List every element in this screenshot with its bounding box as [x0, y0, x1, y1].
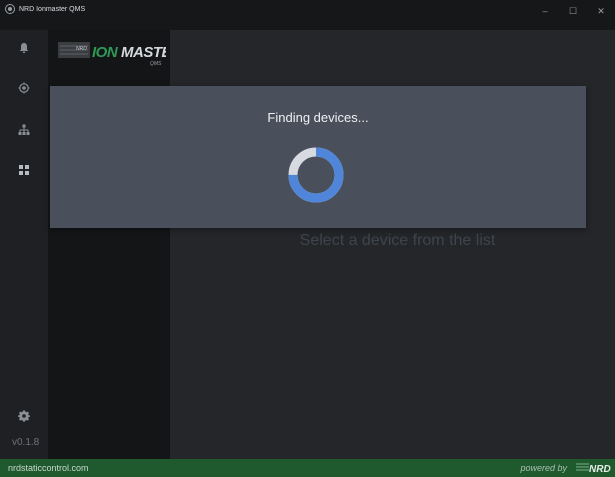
bell-icon[interactable] — [16, 40, 32, 56]
title-bar: NRD Ionmaster QMS – ☐ ✕ — [0, 0, 615, 30]
nrd-logo: NRD — [576, 463, 611, 475]
powered-by-label: powered by — [520, 463, 567, 473]
ionmaster-logo: NRD ION MASTER QMS — [58, 42, 166, 67]
loading-message: Finding devices... — [267, 110, 369, 125]
network-icon[interactable] — [16, 122, 32, 138]
svg-text:QMS: QMS — [150, 61, 162, 67]
icon-rail: v0.1.8 — [0, 30, 48, 459]
empty-state-message: Select a device from the list — [299, 232, 496, 249]
svg-text:MASTER: MASTER — [121, 44, 166, 61]
window-title: NRD Ionmaster QMS — [19, 5, 86, 13]
svg-text:ION: ION — [92, 44, 119, 61]
version-label: v0.1.8 — [12, 437, 40, 448]
svg-text:NRD: NRD — [76, 46, 87, 52]
window-controls: – ☐ ✕ — [531, 0, 615, 30]
close-button[interactable]: ✕ — [587, 0, 615, 22]
maximize-button[interactable]: ☐ — [559, 0, 587, 22]
target-icon[interactable] — [16, 80, 32, 96]
app-icon — [5, 4, 15, 14]
loading-dialog: Finding devices... — [50, 86, 586, 228]
gear-icon[interactable] — [16, 408, 32, 424]
loading-spinner — [288, 147, 344, 203]
website-link[interactable]: nrdstaticcontrol.com — [8, 463, 89, 473]
grid-icon[interactable] — [16, 162, 32, 178]
svg-text:NRD: NRD — [589, 464, 611, 475]
footer-bar: nrdstaticcontrol.com powered by NRD — [0, 459, 615, 477]
footer-branding: powered by NRD — [520, 461, 615, 475]
minimize-button[interactable]: – — [531, 0, 559, 22]
